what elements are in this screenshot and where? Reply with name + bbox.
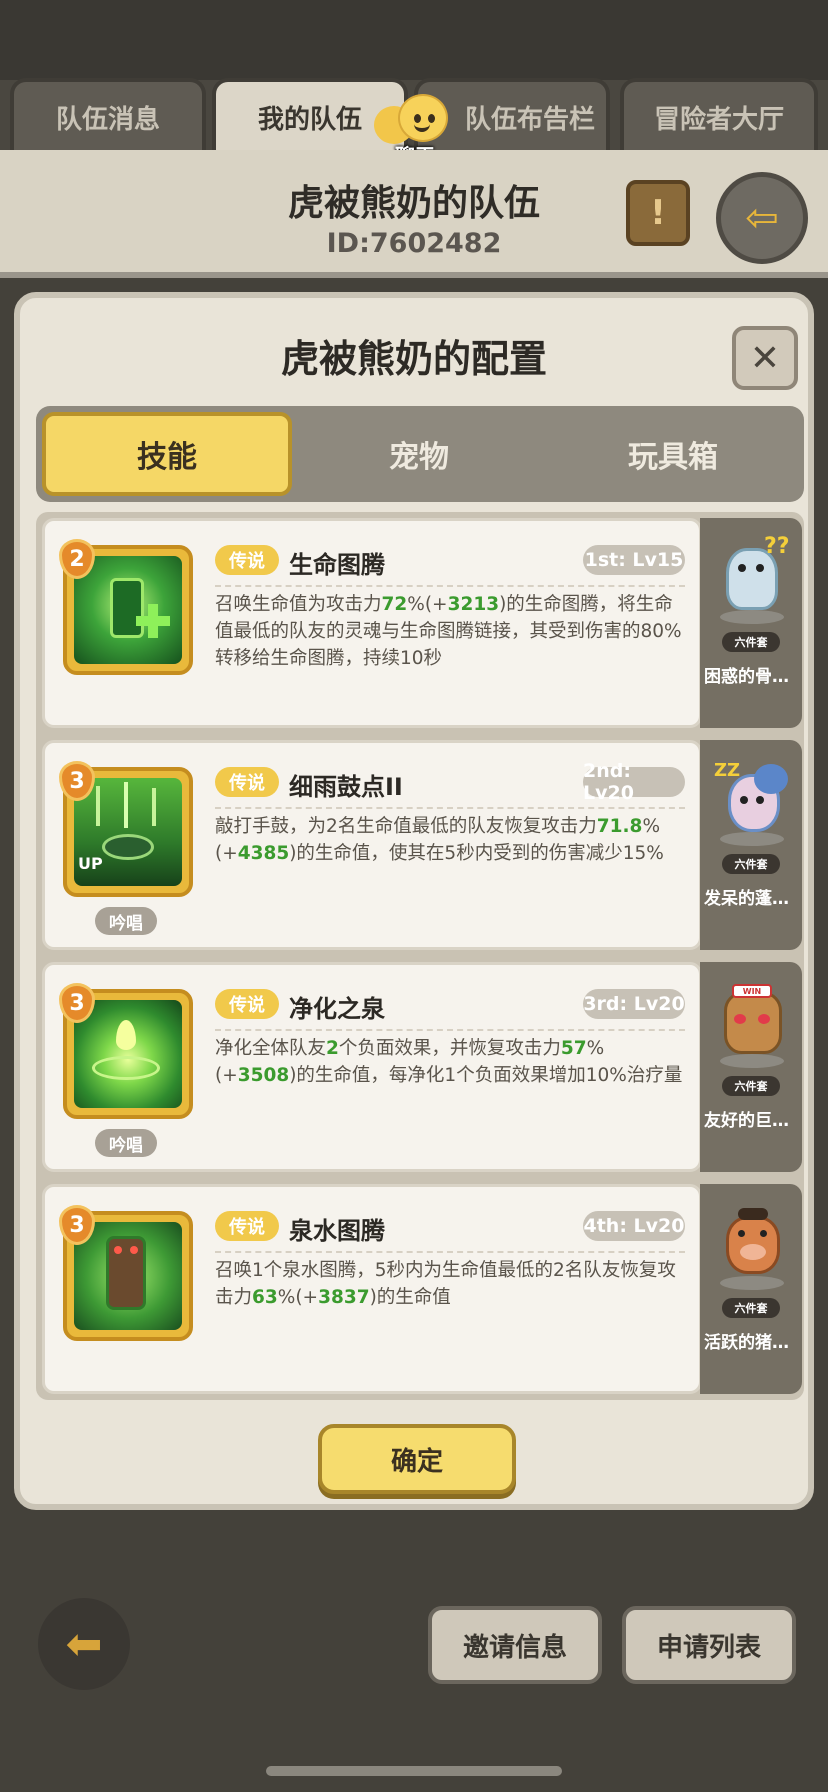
- pet-slot[interactable]: ZZ 六件套 发呆的蓬…: [700, 740, 802, 950]
- skill-slot-level: 1st: Lv15: [583, 545, 685, 575]
- pet-name: 困惑的骨…: [704, 667, 789, 687]
- skill-card[interactable]: 3 传说 泉水图腾 4th: Lv20 召唤1个泉水图腾，5秒内为生命值最低的2…: [42, 1184, 702, 1394]
- tab-adventurer-hall[interactable]: 冒险者大厅: [620, 78, 818, 152]
- skill-description: 召唤1个泉水图腾，5秒内为生命值最低的2名队友恢复攻击力63%(+3837)的生…: [215, 1260, 676, 1308]
- skill-description: 敲打手鼓，为2名生命值最低的队友恢复攻击力71.8%(+4385)的生命值，使其…: [215, 816, 664, 864]
- pet-set-badge: 六件套: [722, 854, 780, 874]
- skill-card[interactable]: 3 吟唱 传说 净化之泉 3rd: Lv20 净化全体队友2个负面效果，并恢复攻…: [42, 962, 702, 1172]
- skill-description: 召唤生命值为攻击力72%(+3213)的生命图腾，将生命值最低的队友的灵魂与生命…: [215, 594, 682, 669]
- modal-title: 虎被熊奶的配置: [280, 337, 547, 381]
- pet-slot[interactable]: 六件套 活跃的猪…: [700, 1184, 802, 1394]
- scroll-icon[interactable]: !: [626, 180, 690, 246]
- skill-name: 生命图腾: [289, 551, 385, 579]
- pet-name: 活跃的猪…: [704, 1333, 789, 1353]
- pet-set-badge: 六件套: [722, 632, 780, 652]
- pet-cloud-icon: ZZ: [714, 756, 790, 852]
- home-indicator: [266, 1766, 562, 1776]
- rarity-tag: 传说: [215, 1211, 279, 1241]
- close-button[interactable]: ✕: [732, 326, 798, 390]
- pet-boar-icon: [714, 1200, 790, 1296]
- team-name: 虎被熊奶的队伍: [287, 183, 540, 224]
- segment-skills[interactable]: 技能: [42, 412, 292, 496]
- top-status-area: [0, 0, 828, 80]
- divider: [215, 1251, 685, 1253]
- pet-slot[interactable]: WIN 六件套 友好的巨…: [700, 962, 802, 1172]
- divider: [215, 585, 685, 587]
- skill-card[interactable]: 2 传说 生命图腾 1st: Lv15 召唤生命值为攻击力72%(+3213)的…: [42, 518, 702, 728]
- skill-card[interactable]: 3 UP 吟唱 传说 细雨鼓点II 2nd: Lv20 敲打手鼓，为2名生命值最…: [42, 740, 702, 950]
- rarity-tag: 传说: [215, 989, 279, 1019]
- pet-giant-icon: WIN: [714, 978, 790, 1074]
- team-id: ID:7602482: [326, 228, 502, 259]
- skill-description: 净化全体队友2个负面效果，并恢复攻击力57%(+3508)的生命值，每净化1个负…: [215, 1038, 683, 1086]
- pet-name: 友好的巨…: [704, 1111, 789, 1131]
- apply-list-button[interactable]: 申请列表: [622, 1606, 796, 1684]
- chant-tag: 吟唱: [95, 1129, 157, 1157]
- smiley-icon: [398, 94, 448, 142]
- pet-set-badge: 六件套: [722, 1298, 780, 1318]
- segment-pets[interactable]: 宠物: [294, 412, 544, 496]
- chant-tag: 吟唱: [95, 907, 157, 935]
- confirm-button[interactable]: 确定: [318, 1424, 516, 1494]
- pet-slot[interactable]: ?? 六件套 困惑的骨…: [700, 518, 802, 728]
- pet-set-badge: 六件套: [722, 1076, 780, 1096]
- divider: [215, 1029, 685, 1031]
- config-modal: 虎被熊奶的配置 ✕ 技能 宠物 玩具箱 2 传说 生命图腾 1st: Lv15 …: [14, 292, 814, 1510]
- skill-name: 细雨鼓点II: [289, 773, 403, 801]
- back-arrow-icon[interactable]: ⬅: [38, 1598, 130, 1690]
- pet-dragon-icon: ??: [714, 534, 790, 630]
- tab-team-messages[interactable]: 队伍消息: [10, 78, 206, 152]
- divider: [215, 807, 685, 809]
- segment-toybox[interactable]: 玩具箱: [548, 412, 798, 496]
- skill-name: 净化之泉: [289, 995, 385, 1023]
- config-segment-bar: 技能 宠物 玩具箱: [36, 406, 804, 502]
- skill-list: 2 传说 生命图腾 1st: Lv15 召唤生命值为攻击力72%(+3213)的…: [36, 512, 804, 1400]
- skill-name: 泉水图腾: [289, 1217, 385, 1245]
- leave-team-icon[interactable]: ⇦: [716, 172, 808, 264]
- skill-slot-level: 3rd: Lv20: [583, 989, 685, 1019]
- pet-name: 发呆的蓬…: [704, 889, 789, 909]
- skill-slot-level: 4th: Lv20: [583, 1211, 685, 1241]
- skill-slot-level: 2nd: Lv20: [583, 760, 685, 804]
- rarity-tag: 传说: [215, 767, 279, 797]
- invite-info-button[interactable]: 邀请信息: [428, 1606, 602, 1684]
- rarity-tag: 传说: [215, 545, 279, 575]
- team-header: 虎被熊奶的队伍 ID:7602482 ! ⇦: [0, 150, 828, 278]
